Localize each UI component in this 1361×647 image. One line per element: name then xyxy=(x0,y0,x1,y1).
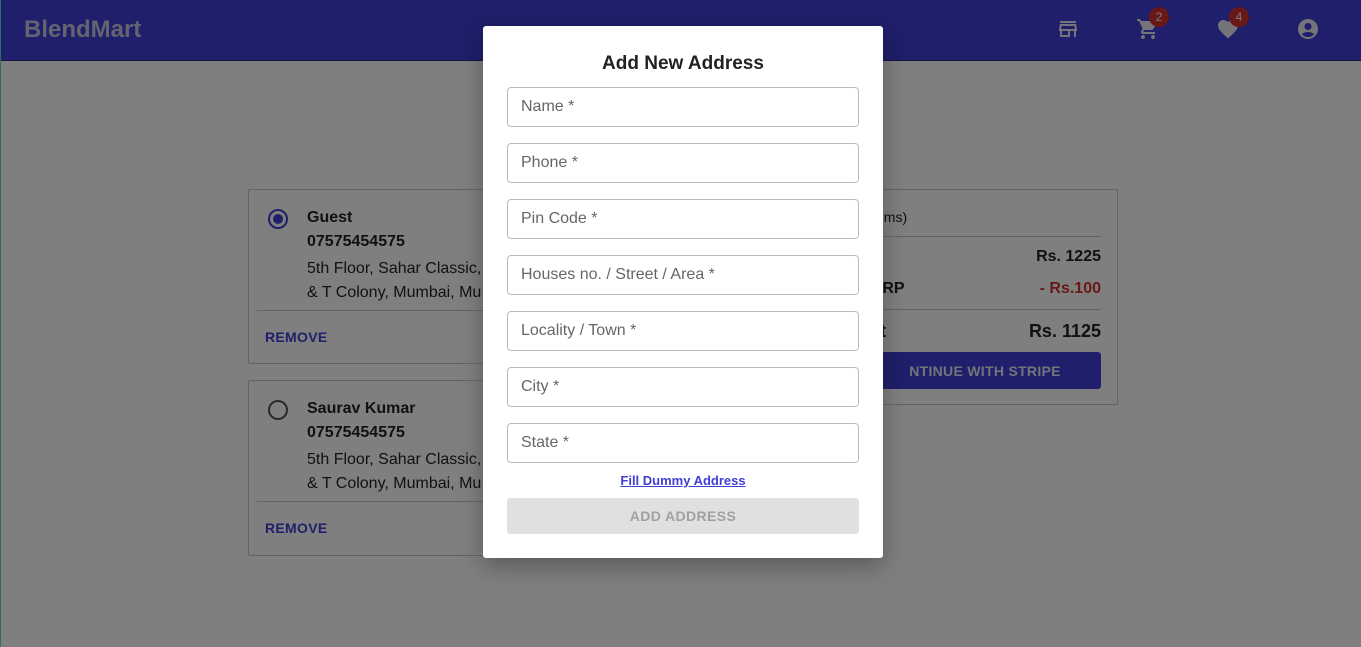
street-field[interactable] xyxy=(507,255,859,295)
state-field[interactable] xyxy=(507,423,859,463)
pincode-field[interactable] xyxy=(507,199,859,239)
name-field[interactable] xyxy=(507,87,859,127)
city-input[interactable] xyxy=(508,368,858,406)
name-input[interactable] xyxy=(508,88,858,126)
locality-input[interactable] xyxy=(508,312,858,350)
locality-field[interactable] xyxy=(507,311,859,351)
street-input[interactable] xyxy=(508,256,858,294)
city-field[interactable] xyxy=(507,367,859,407)
dialog-title: Add New Address xyxy=(602,53,764,74)
state-input[interactable] xyxy=(508,424,858,462)
fill-dummy-address-link[interactable]: Fill Dummy Address xyxy=(483,473,883,488)
add-address-button[interactable]: ADD ADDRESS xyxy=(507,498,859,534)
phone-field[interactable] xyxy=(507,143,859,183)
pincode-input[interactable] xyxy=(508,200,858,238)
phone-input[interactable] xyxy=(508,144,858,182)
add-address-dialog: Add New Address Fill Dummy Address ADD A… xyxy=(483,26,883,558)
